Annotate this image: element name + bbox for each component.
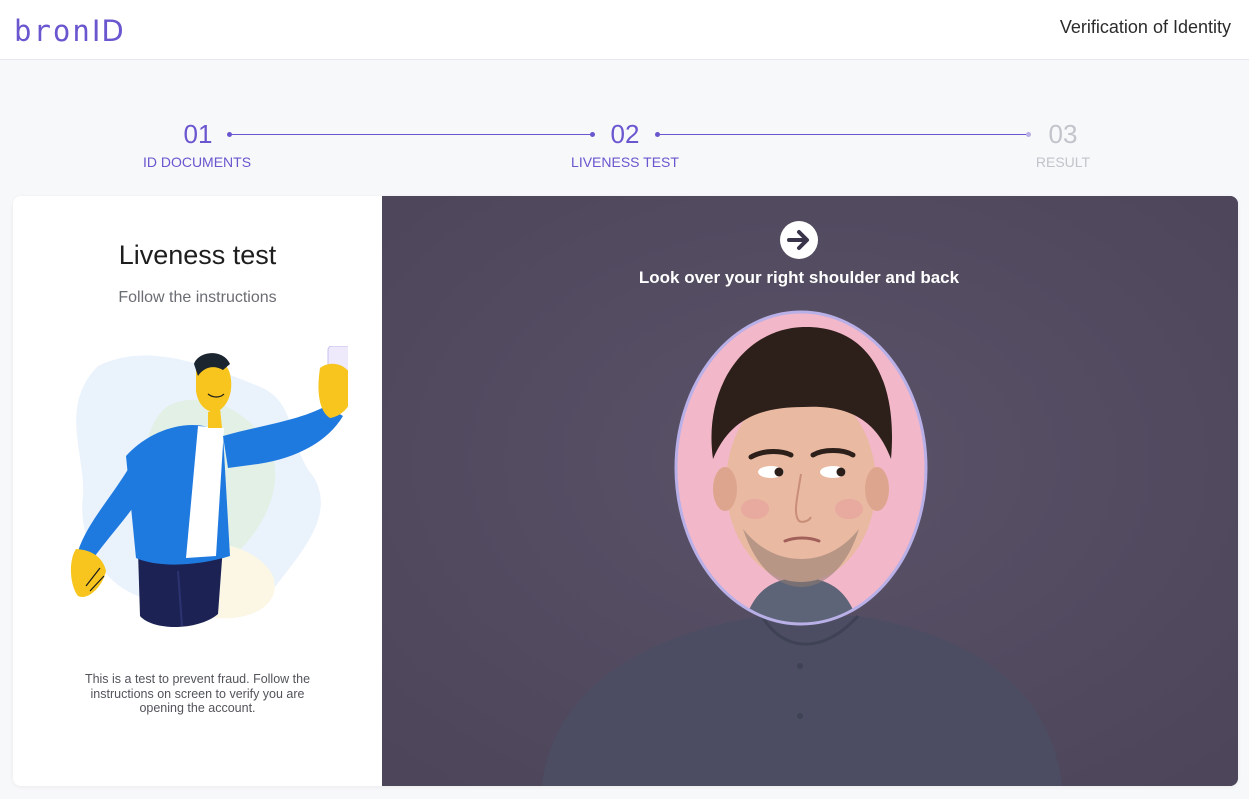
instructions-panel: Liveness test Follow the instructions Th… <box>13 196 382 786</box>
step-connector-2 <box>655 132 1031 137</box>
step-2-number: 02 <box>610 119 640 149</box>
logo-id: ID <box>91 14 125 48</box>
step-1-number: 01 <box>183 119 213 149</box>
step-connector-1 <box>227 132 595 137</box>
step-1-label: ID DOCUMENTS <box>142 154 252 170</box>
fraud-prevention-note: This is a test to prevent fraud. Follow … <box>84 672 311 715</box>
panel-title: Liveness test <box>118 240 277 270</box>
selfie-person-illustration <box>70 346 348 628</box>
logo-text: bron <box>14 14 92 48</box>
progress-stepper: 01 ID DOCUMENTS 02 LIVENESS TEST 03 RESU… <box>0 100 1249 180</box>
step-3-number: 03 <box>1048 119 1078 149</box>
arrow-right-circle-icon <box>780 221 818 259</box>
step-2-label: LIVENESS TEST <box>571 154 679 170</box>
step-3-label: RESULT <box>1035 154 1091 170</box>
panel-subtitle: Follow the instructions <box>118 289 277 306</box>
app-header: bron ID Verification of Identity <box>0 0 1249 60</box>
liveness-instruction: Look over your right shoulder and back <box>638 268 960 287</box>
bronid-logo[interactable]: bron ID <box>14 8 125 48</box>
verification-card: Liveness test Follow the instructions Th… <box>13 196 1238 786</box>
camera-view: Look over your right shoulder and back <box>382 196 1238 786</box>
face-capture-frame <box>674 310 928 626</box>
header-title: Verification of Identity <box>1059 17 1231 37</box>
